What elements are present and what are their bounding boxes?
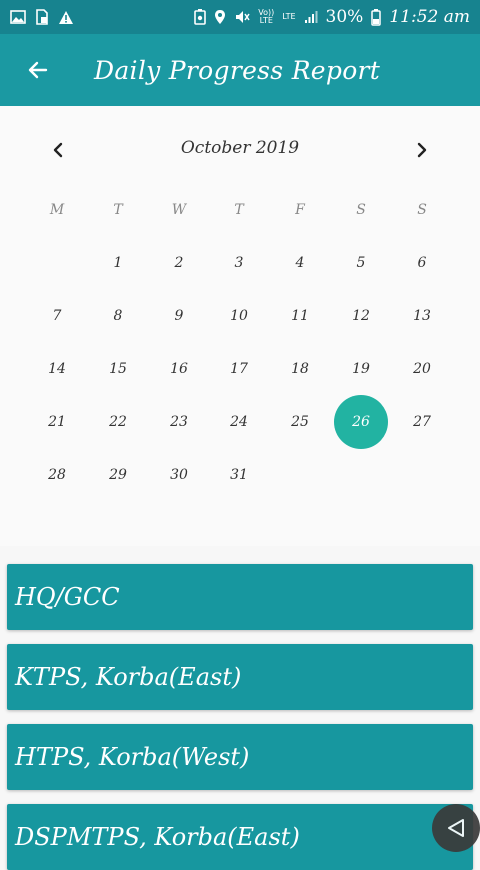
navigation-back-button[interactable] bbox=[432, 804, 480, 852]
calendar-day[interactable]: 6 bbox=[395, 236, 449, 290]
calendar-day[interactable]: 11 bbox=[273, 289, 327, 343]
battery-icon bbox=[371, 8, 382, 26]
site-item-dspmtps-korba-east[interactable]: DSPMTPS, Korba(East) bbox=[7, 804, 473, 870]
calendar-day[interactable]: 14 bbox=[30, 342, 84, 396]
calendar-day[interactable]: 12 bbox=[334, 289, 388, 343]
site-item-ktps-korba-east[interactable]: KTPS, Korba(East) bbox=[7, 644, 473, 710]
calendar-day[interactable]: 10 bbox=[212, 289, 266, 343]
calendar-day[interactable]: 30 bbox=[152, 448, 206, 502]
calendar-day[interactable]: 21 bbox=[30, 395, 84, 449]
volte-indicator: Vo)) LTE bbox=[258, 9, 274, 25]
battery-percent: 30% bbox=[325, 7, 364, 27]
calendar-day[interactable]: 31 bbox=[212, 448, 266, 502]
file-notification-icon bbox=[34, 9, 50, 25]
calendar-day[interactable]: 20 bbox=[395, 342, 449, 396]
calendar-day[interactable]: 27 bbox=[395, 395, 449, 449]
calendar-day[interactable]: 22 bbox=[91, 395, 145, 449]
calendar-day[interactable]: 23 bbox=[152, 395, 206, 449]
calendar-day[interactable]: 24 bbox=[212, 395, 266, 449]
calendar-day[interactable]: 3 bbox=[212, 236, 266, 290]
app-bar: Daily Progress Report bbox=[0, 34, 480, 106]
calendar-day[interactable]: 7 bbox=[30, 289, 84, 343]
calendar-day[interactable]: 8 bbox=[91, 289, 145, 343]
calendar-day[interactable]: 2 bbox=[152, 236, 206, 290]
calendar-day-selected[interactable]: 26 bbox=[334, 395, 388, 449]
site-item-label: HTPS, Korba(West) bbox=[15, 743, 250, 771]
calendar-day[interactable]: 18 bbox=[273, 342, 327, 396]
weekday-label: M bbox=[49, 202, 65, 218]
calendar-day[interactable]: 25 bbox=[273, 395, 327, 449]
status-bar: Vo)) LTE LTE 30% 11:52 am bbox=[0, 0, 480, 34]
site-item-label: HQ/GCC bbox=[15, 583, 120, 611]
calendar-day[interactable]: 17 bbox=[212, 342, 266, 396]
location-icon bbox=[214, 9, 226, 25]
status-bar-left bbox=[10, 9, 74, 25]
warning-icon bbox=[58, 10, 74, 25]
calendar-day[interactable]: 28 bbox=[30, 448, 84, 502]
battery-saver-icon bbox=[194, 9, 207, 25]
status-bar-right: Vo)) LTE LTE 30% 11:52 am bbox=[194, 7, 470, 27]
weekday-label: T bbox=[234, 202, 244, 218]
arrow-left-icon bbox=[28, 61, 48, 79]
site-item-htps-korba-west[interactable]: HTPS, Korba(West) bbox=[7, 724, 473, 790]
clock: 11:52 am bbox=[389, 7, 470, 27]
weekday-header: MTWTFSS bbox=[0, 202, 480, 226]
lte-indicator: LTE bbox=[282, 12, 296, 21]
calendar-day[interactable]: 19 bbox=[334, 342, 388, 396]
weekday-label: T bbox=[113, 202, 123, 218]
back-button[interactable] bbox=[18, 50, 58, 90]
next-month-button[interactable] bbox=[406, 134, 438, 166]
calendar-day[interactable]: 9 bbox=[152, 289, 206, 343]
site-item-hq-gcc[interactable]: HQ/GCC bbox=[7, 564, 473, 630]
triangle-back-icon bbox=[448, 819, 464, 837]
calendar-day[interactable]: 29 bbox=[91, 448, 145, 502]
page-title: Daily Progress Report bbox=[94, 55, 381, 85]
weekday-label: F bbox=[295, 202, 305, 218]
calendar-day[interactable]: 16 bbox=[152, 342, 206, 396]
site-item-label: DSPMTPS, Korba(East) bbox=[15, 823, 300, 851]
chevron-right-icon bbox=[417, 142, 427, 158]
volte-lte-text: LTE bbox=[259, 16, 273, 25]
calendar-day[interactable]: 15 bbox=[91, 342, 145, 396]
gallery-notification-icon bbox=[10, 10, 26, 24]
signal-icon bbox=[304, 10, 318, 24]
calendar-day[interactable]: 1 bbox=[91, 236, 145, 290]
weekday-label: S bbox=[356, 202, 366, 218]
calendar-day[interactable]: 4 bbox=[273, 236, 327, 290]
calendar-header: October 2019 bbox=[0, 130, 480, 170]
weekday-label: S bbox=[417, 202, 427, 218]
mute-icon bbox=[234, 9, 250, 25]
site-item-label: KTPS, Korba(East) bbox=[15, 663, 242, 691]
calendar-day[interactable]: 5 bbox=[334, 236, 388, 290]
weekday-label: W bbox=[171, 202, 187, 218]
calendar-day[interactable]: 13 bbox=[395, 289, 449, 343]
calendar: October 2019 MTWTFSS 1 2 3 4 5 6 7 8 9 10 11 12 13 14… bbox=[0, 106, 480, 546]
